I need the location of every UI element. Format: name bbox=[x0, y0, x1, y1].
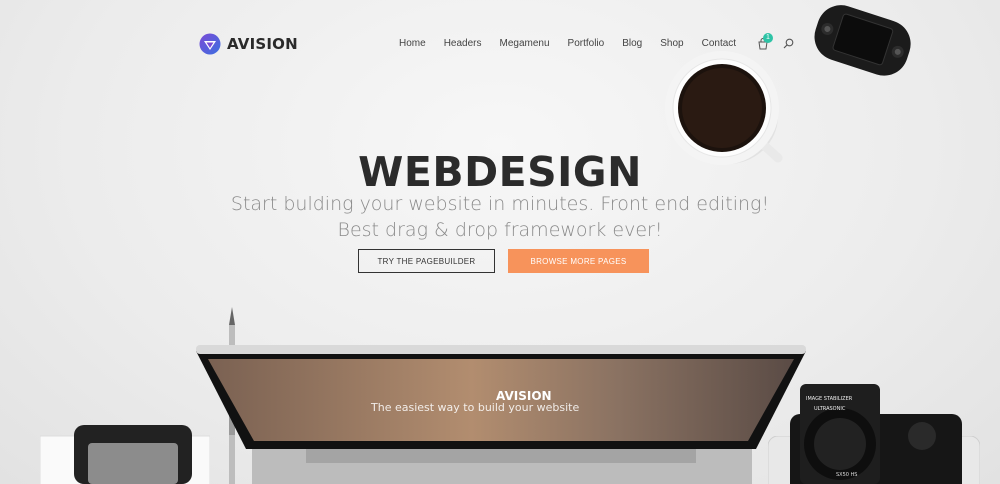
search-icon[interactable] bbox=[783, 38, 794, 49]
game-console-image bbox=[814, 5, 911, 76]
camera-model-label: SX50 HS bbox=[836, 472, 857, 478]
nav-shop[interactable]: Shop bbox=[660, 38, 683, 49]
cart-count-badge: 1 bbox=[763, 33, 773, 43]
camera-image: IMAGE STABILIZER ULTRASONIC SX50 HS bbox=[790, 384, 962, 484]
laptop-screen-tagline: The easiest way to build your website bbox=[370, 401, 579, 414]
smartphone-image bbox=[74, 425, 192, 484]
nav-home[interactable]: Home bbox=[399, 38, 426, 49]
camera-label-line2: ULTRASONIC bbox=[814, 406, 846, 412]
logo-diamond-icon bbox=[199, 33, 221, 55]
brand-logo[interactable]: AVISION bbox=[199, 33, 298, 55]
brand-name: AVISION bbox=[227, 35, 298, 53]
nav-headers[interactable]: Headers bbox=[444, 38, 482, 49]
main-nav: Home Headers Megamenu Portfolio Blog Sho… bbox=[399, 38, 754, 49]
laptop-image: AVISION The easiest way to build your we… bbox=[196, 345, 806, 484]
hero-title: WEBDESIGN bbox=[358, 148, 642, 196]
nav-megamenu[interactable]: Megamenu bbox=[500, 38, 550, 49]
hero-subtitle-line1: Start bulding your website in minutes. F… bbox=[230, 193, 770, 215]
camera-label-line1: IMAGE STABILIZER bbox=[806, 396, 853, 402]
nav-portfolio[interactable]: Portfolio bbox=[568, 38, 605, 49]
nav-blog[interactable]: Blog bbox=[622, 38, 642, 49]
nav-contact[interactable]: Contact bbox=[702, 38, 736, 49]
try-pagebuilder-button[interactable]: TRY THE PAGEBUILDER bbox=[358, 249, 495, 273]
browse-pages-button[interactable]: BROWSE MORE PAGES bbox=[508, 249, 649, 273]
hero-subtitle-line2: Best drag & drop framework ever! bbox=[337, 219, 663, 241]
